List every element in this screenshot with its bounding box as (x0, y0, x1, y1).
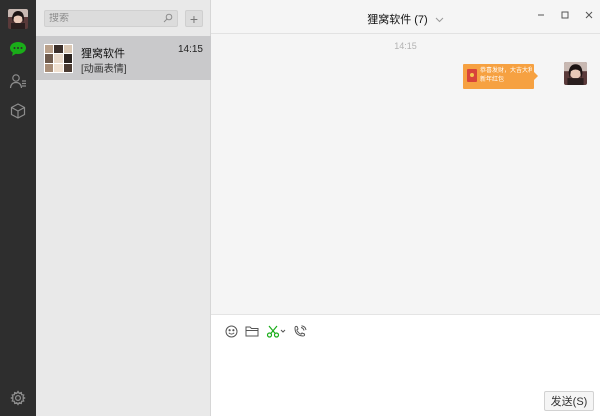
nav-rail (0, 0, 36, 416)
member-count: (7) (414, 14, 428, 26)
conversation-preview: [动画表情] (81, 64, 127, 75)
conversation-time: 14:15 (177, 44, 203, 55)
contacts-icon[interactable] (8, 71, 28, 91)
maximize-icon[interactable] (559, 9, 571, 21)
user-avatar[interactable] (8, 9, 28, 29)
chat-icon[interactable] (8, 39, 28, 59)
search-input[interactable] (49, 13, 161, 24)
search-icon (163, 13, 173, 28)
conversation-list: + 狸窝软件 14:15 [动画表情] (36, 0, 211, 416)
sticker-message[interactable]: 恭喜发财，大吉大利！ 新年红包 (463, 64, 538, 89)
compose-area: 发送(S) (211, 314, 600, 416)
send-button[interactable]: 发送(S) (544, 391, 594, 411)
phone-icon[interactable] (293, 324, 307, 338)
favorites-icon[interactable] (8, 101, 28, 121)
chat-pane: 狸窝软件 (7) 14:15 恭喜发财，大吉大利！ 新年红包 (211, 0, 600, 416)
message-timestamp: 14:15 (394, 41, 417, 51)
scissors-icon[interactable] (266, 324, 286, 338)
chat-title-name: 狸窝软件 (367, 14, 412, 26)
conversation-name: 狸窝软件 (81, 48, 125, 60)
message-input[interactable] (221, 345, 591, 385)
search-box[interactable] (44, 10, 178, 27)
minimize-icon[interactable] (535, 9, 547, 21)
add-button[interactable]: + (185, 10, 203, 27)
red-envelope-icon (467, 69, 477, 82)
settings-icon[interactable] (8, 388, 28, 408)
sender-avatar[interactable] (564, 62, 587, 85)
conversation-item[interactable]: 狸窝软件 14:15 [动画表情] (36, 36, 211, 80)
chevron-down-icon[interactable] (435, 14, 444, 26)
emoji-icon[interactable] (224, 324, 238, 338)
group-avatar (44, 44, 73, 73)
close-icon[interactable] (583, 9, 595, 21)
chat-header: 狸窝软件 (7) (211, 0, 600, 34)
sticker-text: 恭喜发财，大吉大利！ 新年红包 (480, 67, 532, 83)
folder-icon[interactable] (245, 324, 259, 338)
